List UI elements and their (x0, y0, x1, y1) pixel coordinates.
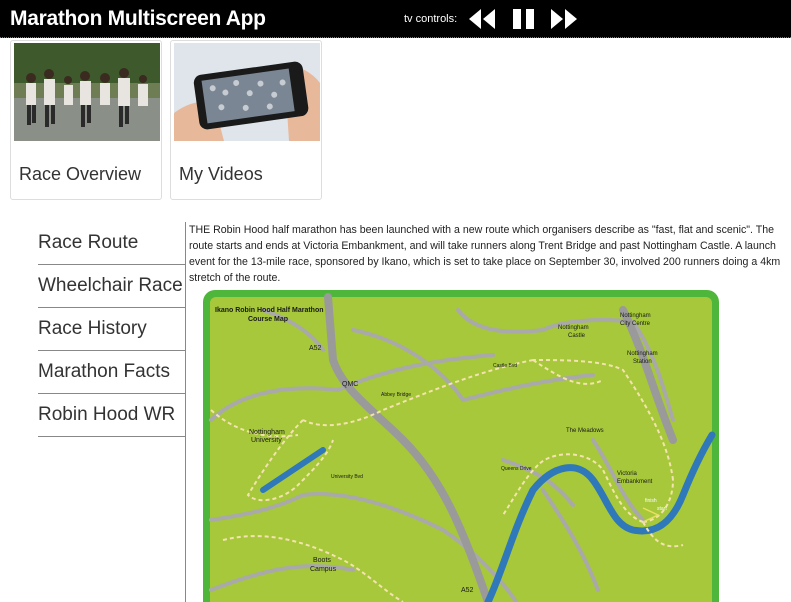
map-label-boots-1: Boots (313, 557, 331, 564)
map-label-a52-top: A52 (309, 345, 322, 352)
map-label-finish: finish (645, 498, 657, 504)
nav-item-race-route[interactable]: Race Route (38, 222, 185, 265)
map-label-university-1: Nottingham (249, 429, 285, 436)
map-label-meadows: The Meadows (566, 428, 604, 434)
map-label-start: start (657, 506, 667, 512)
tv-controls-label: tv controls: (404, 13, 458, 25)
map-label-university-2: University (251, 437, 282, 444)
map-label-boots-2: Campus (310, 566, 337, 573)
nav-item-wheelchair-race[interactable]: Wheelchair Race (38, 265, 185, 308)
rewind-icon[interactable] (469, 9, 495, 29)
race-overview-label: Race Overview (19, 164, 142, 184)
map-label-victoria-2: Embankment (617, 479, 653, 485)
my-videos-label: My Videos (179, 164, 263, 184)
race-overview-card[interactable]: Race Overview (10, 40, 162, 200)
map-label-castle-bvd: Castle Bvd (493, 363, 517, 369)
map-label-queens-drive: Queens Drive (501, 466, 532, 472)
my-videos-card[interactable]: My Videos (170, 40, 322, 200)
pause-icon[interactable] (513, 9, 535, 29)
map-label-city-2: City Centre (620, 321, 651, 327)
map-label-station-1: Nottingham (627, 351, 658, 357)
map-label-a52-bottom: A52 (461, 587, 474, 594)
map-title-line2: Course Map (248, 316, 288, 323)
map-label-station-2: Station (633, 359, 652, 365)
sidebar-nav: Race Route Wheelchair Race Race History … (38, 222, 185, 437)
nav-item-robin-hood-wr[interactable]: Robin Hood WR (38, 394, 185, 437)
nav-item-marathon-facts[interactable]: Marathon Facts (38, 351, 185, 394)
app-title: Marathon Multiscreen App (10, 7, 266, 30)
runners-photo (14, 43, 160, 141)
article-text: THE Robin Hood half marathon has been la… (189, 224, 781, 284)
course-map: Ikano Robin Hood Half Marathon Course Ma… (203, 290, 719, 602)
map-label-castle-1: Nottingham (558, 325, 589, 331)
top-bar: Marathon Multiscreen App tv controls: (0, 0, 791, 38)
map-label-abbey-bridge: Abbey Bridge (381, 392, 411, 398)
map-label-university-bvd: University Bvd (331, 474, 363, 480)
fast-forward-icon[interactable] (551, 9, 577, 29)
map-label-victoria-1: Victoria (617, 471, 638, 477)
phone-filming-crowd-photo (174, 43, 320, 141)
map-label-qmc: QMC (342, 381, 358, 388)
content-divider (185, 222, 186, 602)
map-label-city-1: Nottingham (620, 313, 651, 319)
map-label-castle-2: Castle (568, 333, 586, 339)
map-title-line1: Ikano Robin Hood Half Marathon (215, 307, 324, 314)
nav-item-race-history[interactable]: Race History (38, 308, 185, 351)
